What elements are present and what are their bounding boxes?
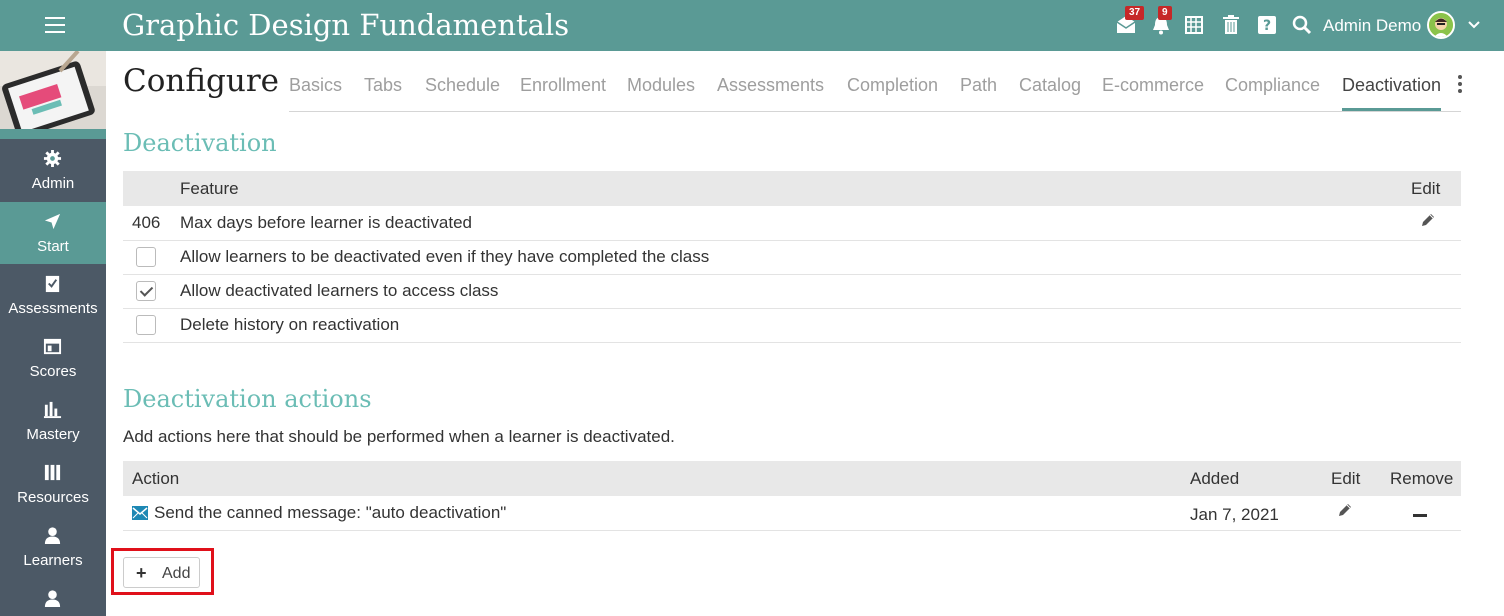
pencil-icon[interactable] (1419, 211, 1437, 229)
tab-catalog[interactable]: Catalog (1019, 75, 1081, 111)
svg-text:?: ? (1263, 18, 1271, 34)
minus-icon[interactable] (1413, 513, 1427, 518)
sidebar-label: Resources (17, 489, 89, 506)
course-thumbnail[interactable] (0, 51, 106, 139)
feature-label: Max days before learner is deactivated (180, 206, 1411, 241)
mail-badge: 37 (1125, 6, 1145, 20)
delete-history-checkbox[interactable] (136, 315, 156, 336)
action-header: Action (123, 461, 1190, 496)
sidebar-label: Admin (31, 175, 75, 192)
sidebar-item-more[interactable] (0, 579, 106, 616)
tab-enrollment[interactable]: Enrollment (520, 75, 606, 111)
add-action-button[interactable]: + Add (123, 557, 200, 588)
sidebar-label: Start (37, 238, 69, 255)
section-title-deactivation-actions: Deactivation actions (123, 385, 372, 413)
notification-badge: 9 (1158, 6, 1172, 20)
page-title: Configure (123, 63, 279, 99)
sidebar-item-scores[interactable]: Scores (0, 327, 106, 389)
edit-header: Edit (1331, 461, 1390, 496)
navigation-arrow-icon (43, 212, 62, 231)
bar-chart-icon (43, 400, 62, 419)
tab-assessments[interactable]: Assessments (717, 75, 824, 111)
sidebar-item-assessments[interactable]: Assessments (0, 264, 106, 326)
tab-tabs[interactable]: Tabs (364, 75, 402, 111)
added-date: Jan 7, 2021 (1190, 496, 1331, 531)
checklist-icon (43, 274, 62, 293)
tabs-divider (289, 111, 1461, 112)
avatar[interactable] (1427, 11, 1455, 39)
remove-header: Remove (1390, 461, 1461, 496)
gear-icon (43, 149, 62, 168)
tab-modules[interactable]: Modules (627, 75, 695, 111)
feature-label: Allow deactivated learners to access cla… (180, 274, 1411, 309)
trash-icon[interactable] (1220, 14, 1242, 36)
tab-compliance[interactable]: Compliance (1225, 75, 1320, 111)
person-icon (43, 526, 62, 545)
tab-schedule[interactable]: Schedule (425, 75, 500, 111)
tab-e-commerce[interactable]: E-commerce (1102, 75, 1204, 111)
tab-basics[interactable]: Basics (289, 75, 342, 111)
help-icon[interactable]: ? (1256, 14, 1278, 36)
allow-access-checkbox[interactable] (136, 281, 156, 302)
tab-deactivation[interactable]: Deactivation (1342, 75, 1442, 111)
table-row: Allow deactivated learners to access cla… (123, 274, 1461, 309)
sidebar-item-admin[interactable]: Admin (0, 139, 106, 201)
top-bar: Graphic Design Fundamentals 37 9 ? Admin… (0, 0, 1504, 51)
bell-icon[interactable]: 9 (1150, 6, 1172, 36)
gradebook-icon (43, 337, 62, 356)
person-group-icon (43, 589, 62, 608)
tab-completion[interactable]: Completion (847, 75, 938, 111)
menu-icon[interactable] (45, 17, 65, 33)
sidebar-item-mastery[interactable]: Mastery (0, 390, 106, 452)
max-days-value: 406 (123, 206, 180, 241)
actions-description: Add actions here that should be performe… (123, 427, 675, 446)
table-row: 406 Max days before learner is deactivat… (123, 206, 1461, 241)
feature-header: Feature (180, 171, 1411, 206)
edit-button[interactable] (1331, 496, 1390, 531)
feature-label: Delete history on reactivation (180, 308, 1411, 343)
table-row: Send the canned message: "auto deactivat… (123, 496, 1461, 531)
table-header-row: Feature Edit (123, 171, 1461, 206)
sidebar-label: Learners (23, 552, 83, 569)
plus-icon: + (136, 563, 147, 583)
books-icon (43, 463, 62, 482)
sidebar: Admin Start Assessments Scores Mastery R… (0, 51, 106, 616)
edit-button[interactable] (1411, 206, 1461, 241)
chevron-down-icon[interactable] (1466, 17, 1482, 33)
feature-label: Allow learners to be deactivated even if… (180, 240, 1411, 275)
course-title: Graphic Design Fundamentals (122, 8, 570, 42)
pencil-icon[interactable] (1336, 501, 1354, 519)
edit-header: Edit (1411, 171, 1461, 206)
action-text: Send the canned message: "auto deactivat… (154, 502, 507, 522)
added-header: Added (1190, 461, 1331, 496)
mail-icon[interactable]: 37 (1115, 6, 1145, 36)
search-icon[interactable] (1291, 14, 1313, 36)
sidebar-item-resources[interactable]: Resources (0, 453, 106, 515)
table-header-row: Action Added Edit Remove (123, 461, 1461, 496)
allow-completed-checkbox[interactable] (136, 247, 156, 268)
calendar-icon[interactable] (1183, 14, 1205, 36)
sidebar-label: Scores (29, 363, 77, 380)
remove-button[interactable] (1390, 496, 1461, 531)
sidebar-label: Mastery (26, 426, 80, 443)
add-button-label: Add (162, 565, 191, 582)
main-content: Configure Basics Tabs Schedule Enrollmen… (106, 51, 1504, 616)
user-name[interactable]: Admin Demo (1323, 16, 1421, 36)
deactivation-table: Feature Edit 406 Max days before learner… (123, 171, 1461, 343)
tab-path[interactable]: Path (960, 75, 997, 111)
more-options-icon[interactable] (1454, 75, 1466, 97)
envelope-icon (132, 506, 148, 521)
sidebar-item-start[interactable]: Start (0, 202, 106, 264)
sidebar-label: Assessments (8, 300, 98, 317)
table-row: Allow learners to be deactivated even if… (123, 240, 1461, 275)
actions-table: Action Added Edit Remove Send the canned… (123, 461, 1461, 531)
table-row: Delete history on reactivation (123, 308, 1461, 343)
section-title-deactivation: Deactivation (123, 129, 277, 157)
sidebar-item-learners[interactable]: Learners (0, 516, 106, 578)
